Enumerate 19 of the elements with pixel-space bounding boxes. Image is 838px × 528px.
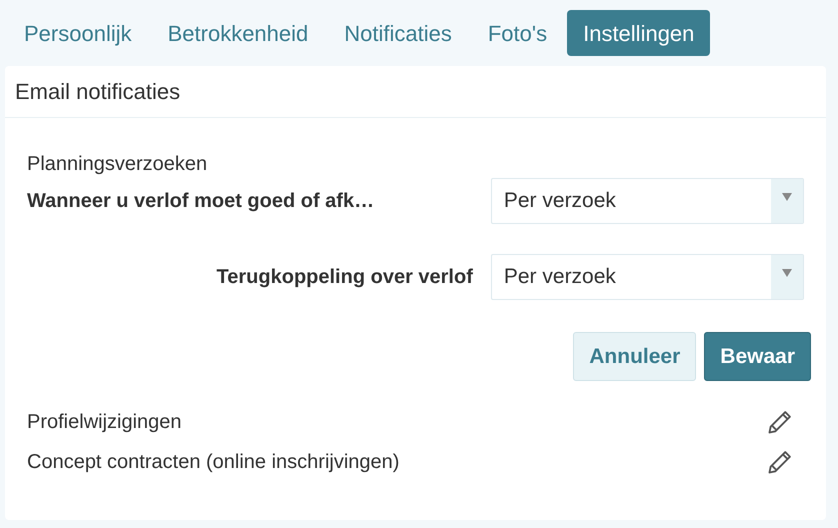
edit-icon[interactable] bbox=[766, 448, 794, 476]
select-field[interactable]: Per verzoek bbox=[490, 254, 804, 300]
dropdown-arrow-icon bbox=[782, 269, 792, 277]
notification-item-label: Concept contracten (online inschrijvingen) bbox=[27, 450, 400, 475]
tab[interactable]: Betrokkenheid bbox=[152, 10, 324, 56]
save-button[interactable]: Bewaar bbox=[704, 332, 811, 381]
setting-label: Wanneer u verlof moet goed of afk… bbox=[27, 189, 374, 214]
card-title: Email notificaties bbox=[5, 66, 826, 118]
notification-item-label: Profielwijzigingen bbox=[27, 410, 182, 435]
tab[interactable]: Notificaties bbox=[328, 10, 468, 56]
tab[interactable]: Persoonlijk bbox=[8, 10, 148, 56]
tab[interactable]: Foto's bbox=[472, 10, 564, 56]
dropdown-arrow-icon bbox=[782, 193, 792, 201]
setting-label: Terugkoppeling over verlof bbox=[216, 265, 473, 290]
select-field[interactable]: Per verzoek bbox=[490, 178, 804, 224]
tab[interactable]: Instellingen bbox=[567, 10, 710, 56]
section-title: Planningsverzoeken bbox=[27, 152, 208, 176]
cancel-button[interactable]: Annuleer bbox=[573, 332, 696, 381]
edit-icon[interactable] bbox=[766, 408, 794, 436]
